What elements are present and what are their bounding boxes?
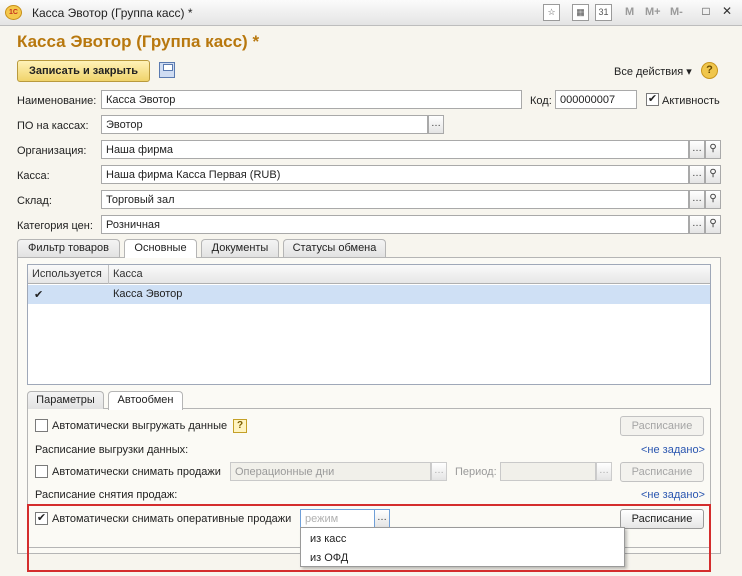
tab-documents[interactable]: Документы (201, 239, 279, 257)
calendar-icon[interactable]: 31 (595, 4, 612, 21)
active-label: Активность (662, 95, 720, 107)
sales-schedule-label: Расписание снятия продаж: (35, 489, 178, 501)
code-input[interactable]: 000000007 (555, 90, 637, 109)
name-input[interactable]: Касса Эвотор (101, 90, 522, 109)
tab-main[interactable]: Основные (124, 239, 197, 258)
po-select-button[interactable]: … (428, 115, 444, 134)
memory-minus-button[interactable]: M- (670, 6, 683, 18)
kassa-select-button[interactable]: … (689, 165, 705, 184)
subtab-autoexchange[interactable]: Автообмен (108, 391, 183, 410)
price-category-select-button[interactable]: … (689, 215, 705, 234)
period-label: Период: (455, 466, 497, 478)
window-titlebar: 1C Касса Эвотор (Группа касс) * ☆ ▦ 31 M… (0, 0, 742, 26)
window-title: Касса Эвотор (Группа касс) * (32, 6, 193, 20)
sklad-label: Склад: (17, 195, 52, 207)
close-icon[interactable]: ✕ (719, 4, 735, 20)
kassa-table[interactable]: Используется Касса ✔ Касса Эвотор (27, 264, 711, 385)
org-open-icon[interactable]: ⚲ (705, 140, 721, 159)
help-question-icon[interactable]: ? (233, 419, 247, 433)
auto-upload-checkbox[interactable] (35, 419, 48, 432)
sales-schedule-link[interactable]: <не задано> (641, 489, 705, 501)
period-select-button[interactable]: … (596, 462, 612, 481)
row-kassa-cell[interactable]: Касса Эвотор (113, 288, 182, 300)
po-input[interactable]: Эвотор (101, 115, 428, 134)
auto-sales-checkbox[interactable] (35, 465, 48, 478)
subtab-parameters[interactable]: Параметры (27, 391, 104, 409)
code-label: Код: (530, 95, 552, 107)
sklad-input[interactable]: Торговый зал (101, 190, 689, 209)
maximize-icon[interactable]: □ (698, 4, 714, 20)
upload-schedule-link[interactable]: <не задано> (641, 444, 705, 456)
org-label: Организация: (17, 145, 87, 157)
save-icon[interactable] (159, 62, 175, 78)
sales-schedule-button[interactable]: Расписание (620, 462, 704, 482)
col-kassa-header[interactable]: Касса (113, 268, 143, 280)
price-category-open-icon[interactable]: ⚲ (705, 215, 721, 234)
favorite-star-icon[interactable]: ☆ (543, 4, 560, 21)
price-category-label: Категория цен: (17, 220, 93, 232)
tab-exchange-status[interactable]: Статусы обмена (283, 239, 386, 257)
memory-m-button[interactable]: M (625, 6, 634, 18)
sales-mode-select-button[interactable]: … (431, 462, 447, 481)
memory-plus-button[interactable]: M+ (645, 6, 661, 18)
app-logo-icon: 1C (5, 5, 22, 20)
kassa-input[interactable]: Наша фирма Касса Первая (RUB) (101, 165, 689, 184)
save-and-close-button[interactable]: Записать и закрыть (17, 60, 150, 82)
col-used-header[interactable]: Используется (32, 268, 102, 280)
period-input[interactable] (500, 462, 596, 481)
table-row[interactable]: ✔ Касса Эвотор (28, 285, 710, 304)
help-icon[interactable]: ? (701, 62, 718, 79)
all-actions-menu[interactable]: Все действия ▾ (614, 65, 692, 78)
sklad-open-icon[interactable]: ⚲ (705, 190, 721, 209)
kassa-label: Касса: (17, 170, 50, 182)
name-label: Наименование: (17, 95, 97, 107)
org-select-button[interactable]: … (689, 140, 705, 159)
sales-mode-input[interactable]: Операционные дни (230, 462, 431, 481)
org-input[interactable]: Наша фирма (101, 140, 689, 159)
auto-upload-label: Автоматически выгружать данные (52, 420, 228, 432)
form-title: Касса Эвотор (Группа касс) * (17, 32, 260, 51)
po-label: ПО на кассах: (17, 120, 89, 132)
active-checkbox[interactable]: ✔ (646, 93, 659, 106)
table-header: Используется Касса (28, 265, 710, 284)
kassa-open-icon[interactable]: ⚲ (705, 165, 721, 184)
upload-schedule-label: Расписание выгрузки данных: (35, 444, 189, 456)
column-divider (108, 265, 109, 284)
calculator-icon[interactable]: ▦ (572, 4, 589, 21)
price-category-input[interactable]: Розничная (101, 215, 689, 234)
sklad-select-button[interactable]: … (689, 190, 705, 209)
upload-schedule-button[interactable]: Расписание (620, 416, 704, 436)
tab-filter[interactable]: Фильтр товаров (17, 239, 120, 257)
highlight-frame (27, 504, 711, 572)
auto-sales-label: Автоматически снимать продажи (52, 466, 221, 478)
row-used-check-icon[interactable]: ✔ (34, 288, 43, 301)
